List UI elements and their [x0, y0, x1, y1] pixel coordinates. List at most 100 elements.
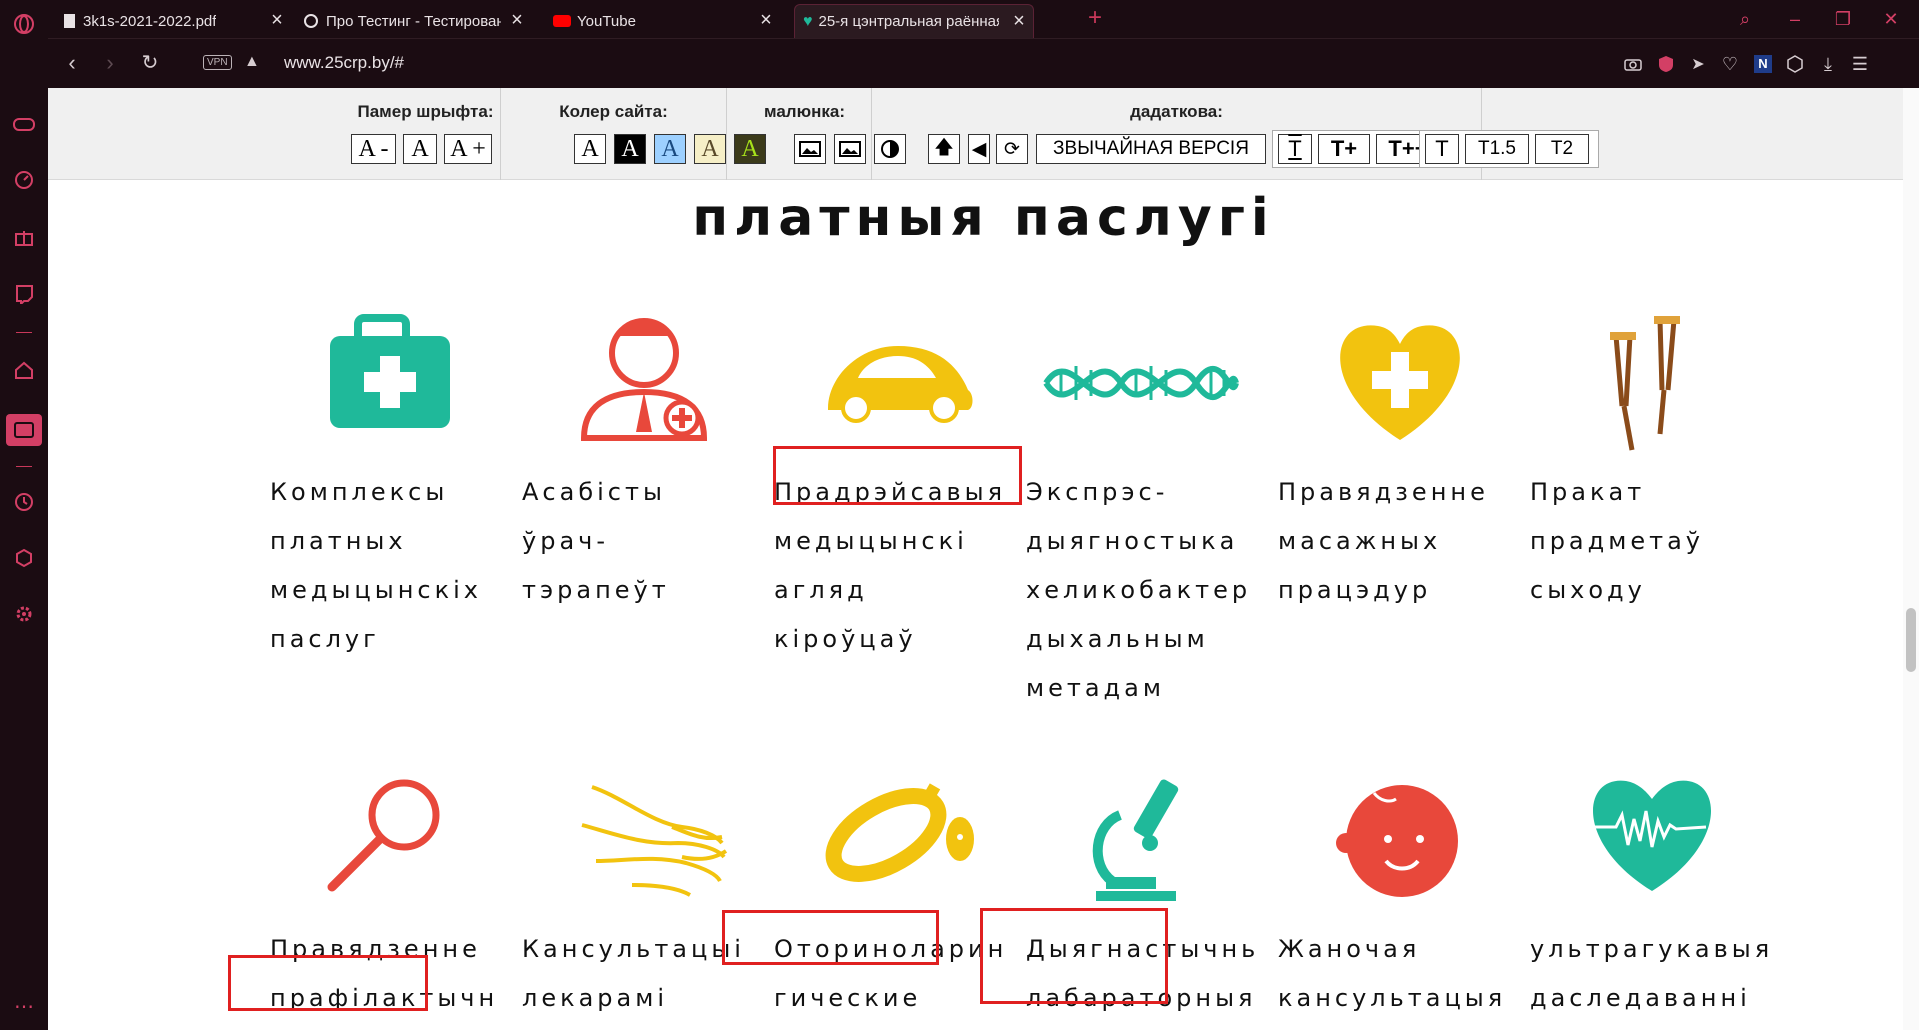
more-dots-icon[interactable]: ⋯: [12, 994, 36, 1018]
first-aid-kit-icon: [270, 308, 515, 458]
close-icon[interactable]: ×: [267, 10, 287, 31]
images-gray-button[interactable]: [834, 134, 866, 164]
history-clock-icon[interactable]: [12, 490, 36, 514]
tab-title: YouTube: [577, 12, 636, 30]
heart-icon[interactable]: ♡: [1718, 52, 1742, 76]
tab-protesting[interactable]: Про Тестинг - Тестирование ×: [296, 4, 531, 38]
cube-icon[interactable]: [1783, 52, 1807, 76]
web-page: Памер шрыфта: A - A A + Колер сайта: A A…: [48, 88, 1919, 1030]
page-title: платныя паслугі: [692, 188, 1275, 248]
car-icon: [774, 308, 1019, 458]
extensions-cube-icon[interactable]: [12, 546, 36, 570]
color-white-button[interactable]: A: [574, 134, 606, 164]
tab-25crp[interactable]: ♥ 25-я цэнтральная раённая ×: [794, 4, 1034, 38]
dna-icon: [1026, 308, 1271, 458]
group-title: Колер сайта:: [559, 102, 668, 121]
sidebar-divider: [16, 466, 32, 467]
document-icon: [64, 14, 75, 28]
vpn-badge[interactable]: VPN: [203, 55, 232, 70]
gx-corner-icon[interactable]: [6, 414, 42, 446]
shield-icon[interactable]: [1654, 52, 1678, 76]
image-icon: [799, 141, 821, 157]
color-blue-button[interactable]: A: [654, 134, 686, 164]
head-mirror-icon: [774, 765, 1019, 915]
close-icon[interactable]: ×: [756, 10, 776, 31]
tab-bar: 3k1s-2021-2022.pdf × Про Тестинг - Тести…: [48, 0, 1919, 38]
spacing-normal-button[interactable]: T: [1278, 134, 1312, 164]
spacing-wide-button[interactable]: T+: [1318, 134, 1370, 164]
refresh-icon[interactable]: ⟳: [996, 134, 1028, 164]
minimize-icon[interactable]: –: [1784, 8, 1806, 30]
forward-arrow-icon[interactable]: ›: [98, 51, 122, 75]
extension-n-icon[interactable]: N: [1751, 52, 1775, 76]
service-label: Асабісты ўрач- тэрапеўт: [522, 478, 670, 604]
speedometer-icon[interactable]: [12, 168, 36, 192]
scrollbar-thumb[interactable]: [1906, 608, 1916, 672]
camera-icon[interactable]: [1621, 52, 1645, 76]
images-on-button[interactable]: [794, 134, 826, 164]
crutches-icon: [1530, 308, 1775, 458]
service-label: Правядзенне масажных працэдур: [1278, 478, 1489, 604]
warning-icon[interactable]: ▲: [244, 53, 260, 71]
browser-sidebar: ⋯: [0, 0, 48, 1030]
search-tabs-icon[interactable]: ⌕: [1734, 8, 1756, 30]
close-icon[interactable]: ×: [1009, 11, 1029, 32]
scroll-top-arrow-icon[interactable]: 🡅: [928, 134, 960, 164]
easy-setup-icon[interactable]: ☰: [1848, 52, 1872, 76]
close-icon[interactable]: ×: [507, 10, 527, 31]
service-label: ультрагукавыя даследаванні: [1530, 935, 1774, 1012]
twitch-icon[interactable]: [12, 282, 36, 306]
home-icon[interactable]: [12, 358, 36, 382]
images-group: малюнка:: [738, 88, 906, 180]
service-label: Комплексы платных медыцынскіх паслуг: [270, 478, 482, 653]
gamepad-icon[interactable]: [12, 112, 36, 136]
massage-hands-icon: [522, 765, 767, 915]
scrollbar[interactable]: [1903, 88, 1919, 1030]
font-smaller-button[interactable]: A -: [351, 134, 396, 164]
maximize-icon[interactable]: ❐: [1832, 8, 1854, 30]
download-icon[interactable]: ⤓: [1816, 52, 1840, 76]
service-label: Экспрэс- дыягностыка хеликобактер дыхаль…: [1026, 478, 1252, 702]
reload-icon[interactable]: ↻: [138, 51, 162, 75]
gear-logo-icon: [304, 14, 318, 28]
extra-group: дадаткова: 🡅 ◀ ⟳ ЗВЫЧАЙНАЯ ВЕРСІЯ T T+ T…: [872, 88, 1482, 180]
address-bar: ‹ › ↻ VPN ▲ www.25crp.by/# ➤ ♡ N ⤓ ☰: [48, 38, 1919, 88]
gift-icon[interactable]: [12, 225, 36, 249]
url-field[interactable]: www.25crp.by/#: [284, 53, 404, 73]
font-normal-button[interactable]: A: [403, 134, 437, 164]
site-color-group: Колер сайта: A A A A A: [501, 88, 766, 180]
tab-pdf[interactable]: 3k1s-2021-2022.pdf ×: [56, 4, 291, 38]
normal-version-button[interactable]: ЗВЫЧАЙНАЯ ВЕРСІЯ: [1036, 134, 1266, 164]
tab-youtube[interactable]: YouTube ×: [545, 4, 780, 38]
color-beige-button[interactable]: A: [694, 134, 726, 164]
font-size-group: Памер шрыфта: A - A A +: [351, 88, 501, 180]
opera-logo-icon[interactable]: [12, 12, 36, 36]
line-height-normal-button[interactable]: T: [1425, 134, 1459, 164]
heart-logo-icon: ♥: [803, 12, 813, 30]
tab-title: 25-я цэнтральная раённая: [818, 13, 999, 30]
back-arrow-icon[interactable]: ‹: [60, 51, 84, 75]
line-height-1-5-button[interactable]: T1.5: [1465, 134, 1529, 164]
youtube-icon: [553, 15, 571, 27]
close-window-icon[interactable]: ✕: [1880, 8, 1902, 30]
settings-gear-icon[interactable]: [12, 602, 36, 626]
heart-plus-icon: [1278, 308, 1523, 458]
new-tab-button[interactable]: +: [1088, 6, 1102, 30]
baby-face-icon: [1278, 765, 1523, 915]
highlight-box: [773, 446, 1022, 505]
font-larger-button[interactable]: A +: [444, 134, 492, 164]
group-title: дадаткова:: [1130, 102, 1223, 121]
color-black-button[interactable]: A: [614, 134, 646, 164]
sound-icon[interactable]: ◀: [968, 134, 990, 164]
group-title: Памер шрыфта:: [357, 102, 494, 121]
magnifier-icon: [270, 765, 515, 915]
send-icon[interactable]: ➤: [1686, 52, 1710, 76]
highlight-box: [980, 908, 1168, 1004]
highlight-box: [722, 910, 939, 965]
group-title: малюнка:: [763, 102, 845, 121]
doctor-icon: [522, 308, 767, 458]
tab-title: 3k1s-2021-2022.pdf: [83, 12, 217, 30]
image-icon: [839, 141, 861, 157]
tab-title: Про Тестинг - Тестирование: [326, 12, 501, 30]
line-height-2-button[interactable]: T2: [1535, 134, 1589, 164]
